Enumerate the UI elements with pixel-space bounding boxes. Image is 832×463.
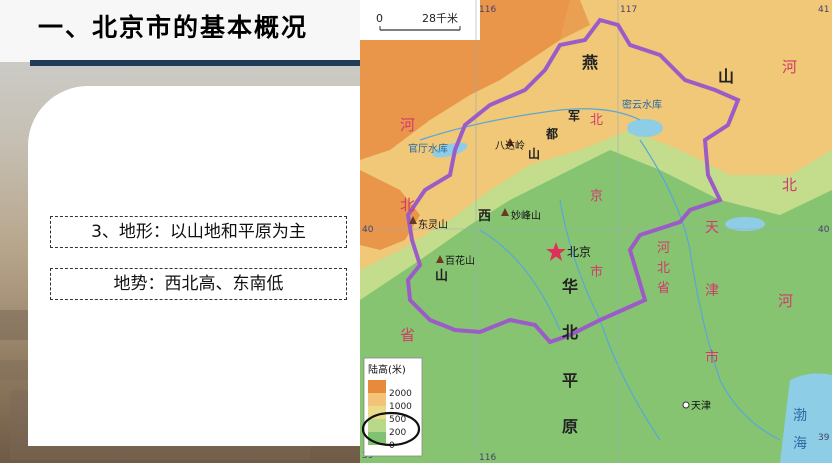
content-panel: [28, 86, 368, 446]
svg-text:北: 北: [657, 261, 670, 276]
svg-text:津: 津: [705, 283, 719, 299]
title-bar: 一、北京市的基本概况: [0, 0, 360, 62]
svg-text:河: 河: [782, 58, 797, 76]
svg-text:河: 河: [657, 241, 670, 256]
svg-text:40: 40: [818, 225, 830, 235]
svg-text:市: 市: [590, 264, 603, 280]
svg-text:116: 116: [479, 5, 496, 15]
legend-level-label: 200: [389, 428, 406, 438]
svg-text:41: 41: [818, 5, 829, 15]
place-tianjin: 天津: [691, 400, 711, 412]
scale-distance: 28千米: [422, 12, 458, 25]
svg-text:市: 市: [705, 349, 719, 366]
place-miyun: 密云水库: [622, 98, 662, 111]
svg-text:117: 117: [620, 5, 637, 15]
terrain-info-box: 3、地形：以山地和平原为主: [50, 216, 347, 248]
sea-char: 渤: [793, 408, 807, 424]
plain-char: 平: [562, 371, 578, 390]
title-underline: [30, 60, 360, 66]
city-dot-icon: [682, 401, 690, 409]
svg-text:省: 省: [400, 326, 415, 344]
plain-char: 北: [562, 323, 578, 342]
place-guanting: 官厅水库: [408, 142, 448, 155]
svg-text:40: 40: [362, 225, 374, 235]
svg-text:京: 京: [590, 189, 603, 204]
scale-zero: 0: [376, 12, 383, 25]
legend-level-label: 1000: [389, 402, 412, 412]
legend-title: 陆高(米): [368, 363, 406, 376]
svg-text:北: 北: [782, 176, 797, 194]
mountain-char: 军: [568, 108, 580, 123]
svg-text:天: 天: [705, 220, 719, 236]
mountain-char: 山: [528, 146, 540, 161]
legend-level-label: 2000: [389, 389, 412, 399]
mountain-char: 燕: [582, 53, 598, 72]
mountain-char: 都: [545, 126, 558, 141]
plain-char: 华: [562, 277, 578, 296]
mountain-char: 西: [478, 209, 491, 224]
svg-text:39: 39: [818, 433, 830, 443]
svg-text:河: 河: [400, 116, 415, 134]
svg-text:河: 河: [778, 292, 793, 310]
place-dongling: 东灵山: [418, 218, 448, 231]
place-baihuashan: 百花山: [445, 254, 475, 267]
relief-info-box: 地势：西北高、东南低: [50, 268, 347, 300]
plain-char: 原: [562, 417, 578, 436]
miyun-reservoir-shape: [627, 119, 663, 137]
place-badaling: 八达岭: [495, 139, 525, 152]
place-miaofengshan: 妙峰山: [511, 209, 541, 222]
svg-text:116: 116: [479, 453, 496, 463]
legend-swatch: [368, 380, 386, 393]
mountain-char: 山: [718, 67, 734, 86]
beijing-terrain-map: 0 28千米 116 117 116 40 39 41 40 39 燕 山 军 …: [360, 0, 832, 463]
slide-title: 一、北京市的基本概况: [38, 13, 309, 42]
legend-swatch: [368, 393, 386, 406]
terrain-map-svg: 0 28千米 116 117 116 40 39 41 40 39 燕 山 军 …: [360, 0, 832, 463]
svg-text:省: 省: [657, 281, 670, 296]
mountain-char: 山: [435, 268, 448, 284]
place-beijing: 北京: [567, 245, 591, 259]
svg-text:北: 北: [590, 113, 603, 128]
sea-char: 海: [793, 436, 807, 452]
legend-level-label: 500: [389, 415, 406, 425]
svg-text:北: 北: [400, 196, 415, 214]
legend-swatch: [368, 419, 386, 432]
